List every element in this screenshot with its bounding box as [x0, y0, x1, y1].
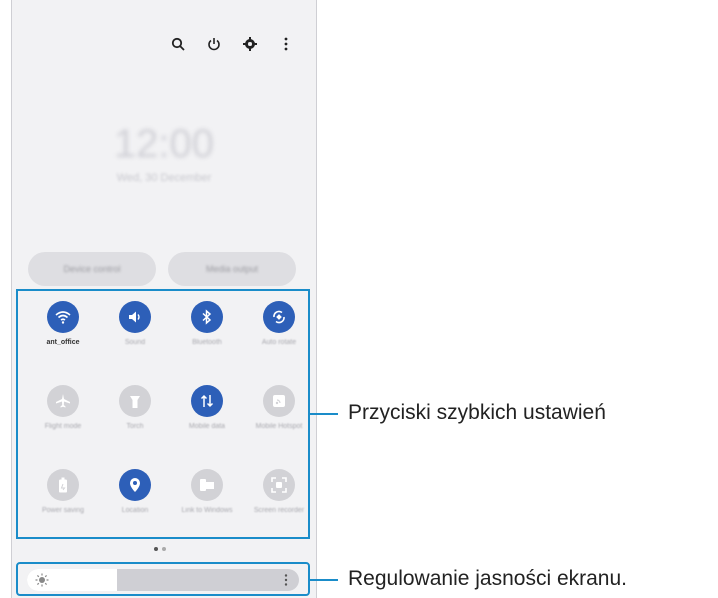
- settings-gear-icon[interactable]: [242, 36, 258, 52]
- clock-date: Wed, 30 December: [116, 172, 212, 184]
- clock-time: 12:00: [113, 122, 215, 166]
- more-vertical-icon[interactable]: [278, 36, 294, 52]
- power-icon[interactable]: [206, 36, 222, 52]
- media-output-label: Media output: [205, 264, 259, 274]
- device-control-label: Device control: [63, 264, 121, 274]
- tile-screen-recorder-label: Screen recorder: [253, 507, 305, 514]
- notification-panel: 12:00 Wed, 30 December Device control Me…: [11, 0, 317, 598]
- tile-mobile-data-label: Mobile data: [188, 423, 226, 430]
- tile-torch[interactable]: Torch: [98, 385, 172, 431]
- tile-bluetooth-label: Bluetooth: [192, 339, 222, 346]
- tile-mobile-data[interactable]: Mobile data: [170, 385, 244, 431]
- quick-settings-grid: ant_office Sound Bluetooth Auto rotate F…: [16, 289, 310, 539]
- tile-power-saving[interactable]: Power saving: [26, 469, 100, 515]
- torch-icon: [119, 385, 151, 417]
- bluetooth-icon: [191, 301, 223, 333]
- tile-power-saving-label: Power saving: [41, 507, 85, 514]
- page-dot-active: [154, 547, 158, 551]
- sound-icon: [119, 301, 151, 333]
- auto-rotate-icon: [263, 301, 295, 333]
- tile-wifi-label: ant_office: [46, 339, 80, 346]
- tile-bluetooth[interactable]: Bluetooth: [170, 301, 244, 347]
- sun-icon: [35, 573, 49, 591]
- callout-line-brightness: [310, 579, 338, 581]
- power-saving-icon: [47, 469, 79, 501]
- brightness-bar-frame: [16, 562, 310, 596]
- callout-brightness: Regulowanie jasności ekranu.: [348, 567, 627, 590]
- tile-mobile-hotspot[interactable]: Mobile Hotspot: [242, 385, 316, 431]
- tile-flight-mode-label: Flight mode: [44, 423, 82, 430]
- tile-auto-rotate[interactable]: Auto rotate: [242, 301, 316, 347]
- tile-sound[interactable]: Sound: [98, 301, 172, 347]
- brightness-slider[interactable]: [27, 569, 299, 591]
- tile-mobile-hotspot-label: Mobile Hotspot: [255, 423, 303, 430]
- tile-location-label: Location: [121, 507, 149, 514]
- page-dot: [162, 547, 166, 551]
- tile-link-to-windows-label: Link to Windows: [181, 507, 233, 514]
- wifi-icon: [47, 301, 79, 333]
- tile-location[interactable]: Location: [98, 469, 172, 515]
- brightness-more-icon[interactable]: [283, 573, 289, 591]
- search-icon[interactable]: [170, 36, 186, 52]
- media-output-button[interactable]: Media output: [168, 252, 296, 286]
- mobile-data-icon: [191, 385, 223, 417]
- location-icon: [119, 469, 151, 501]
- tile-flight-mode[interactable]: Flight mode: [26, 385, 100, 431]
- airplane-icon: [47, 385, 79, 417]
- screen-recorder-icon: [263, 469, 295, 501]
- hotspot-icon: [263, 385, 295, 417]
- device-control-button[interactable]: Device control: [28, 252, 156, 286]
- tile-sound-label: Sound: [124, 339, 146, 346]
- tile-screen-recorder[interactable]: Screen recorder: [242, 469, 316, 515]
- tile-auto-rotate-label: Auto rotate: [261, 339, 297, 346]
- callout-line-quick-settings: [310, 413, 338, 415]
- tile-torch-label: Torch: [126, 423, 144, 430]
- link-to-windows-icon: [191, 469, 223, 501]
- top-icons: [170, 36, 294, 52]
- page-indicator: [154, 547, 166, 551]
- tile-wifi[interactable]: ant_office: [26, 301, 100, 347]
- callout-quick-settings: Przyciski szybkich ustawień: [348, 401, 606, 424]
- tile-link-to-windows[interactable]: Link to Windows: [170, 469, 244, 515]
